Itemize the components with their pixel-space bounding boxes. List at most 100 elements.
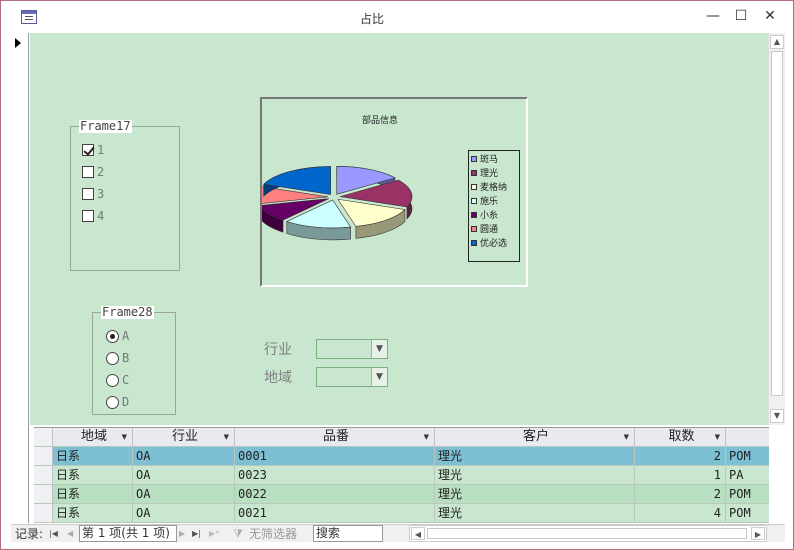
cell-region[interactable]: 日系	[53, 485, 133, 504]
checkbox[interactable]	[82, 166, 94, 178]
cell-part[interactable]: 0021	[235, 504, 435, 523]
vertical-scrollbar[interactable]: ▲ ▼	[768, 33, 785, 425]
close-button[interactable]: ✕	[756, 5, 784, 27]
chevron-down-icon[interactable]: ▼	[371, 340, 387, 358]
cell-extra[interactable]: PA	[726, 466, 769, 485]
cell-count[interactable]: 2	[635, 447, 726, 466]
cell-region[interactable]: 日系	[53, 447, 133, 466]
pie-chart[interactable]: 部品信息 斑马 理光 麦格纳 施乐 小糸 圆通 优必选	[260, 97, 528, 287]
cell-customer[interactable]: 理光	[435, 466, 635, 485]
column-header-region[interactable]: 地域 ▼	[53, 428, 133, 447]
row-selector[interactable]	[34, 504, 53, 523]
horizontal-scrollbar[interactable]: ◀ ▶	[409, 525, 767, 542]
new-record-icon[interactable]: ▶*	[209, 526, 219, 542]
filter-icon: ⧩	[233, 527, 243, 540]
next-record-icon[interactable]: ▶	[179, 526, 185, 542]
filter-status[interactable]: 无筛选器	[249, 526, 297, 542]
frame17-option-4[interactable]: 4	[82, 209, 104, 223]
chevron-down-icon[interactable]: ▼	[624, 428, 629, 446]
checkbox[interactable]	[82, 188, 94, 200]
cell-count[interactable]: 2	[635, 485, 726, 504]
first-record-icon[interactable]: |◀	[49, 526, 58, 542]
legend-swatch	[471, 239, 477, 246]
region-label: 地域	[264, 370, 292, 386]
cell-count[interactable]: 4	[635, 504, 726, 523]
frame28-option-B[interactable]: B	[106, 351, 129, 365]
row-selector[interactable]	[34, 485, 53, 504]
cell-extra[interactable]: POM	[726, 485, 769, 504]
last-record-icon[interactable]: ▶|	[192, 526, 201, 542]
scroll-thumb[interactable]	[771, 51, 783, 396]
table-row[interactable]: 日系 OA 0021 理光 4 POM	[34, 504, 769, 523]
column-header-part[interactable]: 品番 ▼	[235, 428, 435, 447]
maximize-button[interactable]: ☐	[727, 5, 755, 27]
horizontal-scroll-thumb[interactable]	[427, 528, 747, 539]
radio-button[interactable]	[106, 373, 119, 387]
chevron-down-icon[interactable]: ▼	[715, 428, 720, 446]
radio-button[interactable]	[106, 329, 119, 343]
radio-button[interactable]	[106, 395, 119, 409]
scroll-right-icon[interactable]: ▶	[751, 527, 765, 540]
frame28-label: Frame28	[101, 305, 154, 319]
table-row[interactable]: 日系 OA 0023 理光 1 PA	[34, 466, 769, 485]
frame17-option-3[interactable]: 3	[82, 187, 104, 201]
legend-label: 麦格纳	[480, 183, 508, 193]
cell-extra[interactable]: POM	[726, 447, 769, 466]
previous-record-icon[interactable]: ◀	[67, 526, 73, 542]
cell-part[interactable]: 0022	[235, 485, 435, 504]
legend-swatch	[471, 211, 477, 218]
frame28-option-D[interactable]: D	[106, 395, 129, 409]
cell-count[interactable]: 1	[635, 466, 726, 485]
record-number-field[interactable]: 第 1 项(共 1 项)	[79, 525, 177, 542]
cell-part[interactable]: 0001	[235, 447, 435, 466]
legend-swatch	[471, 183, 477, 190]
frame17-option-1[interactable]: 1	[82, 143, 104, 157]
column-header-industry[interactable]: 行业 ▼	[133, 428, 235, 447]
row-selector[interactable]	[34, 466, 53, 485]
scroll-left-icon[interactable]: ◀	[411, 527, 425, 540]
chevron-down-icon[interactable]: ▼	[224, 428, 229, 446]
cell-industry[interactable]: OA	[133, 504, 235, 523]
checkbox[interactable]	[82, 210, 94, 222]
region-combo[interactable]: ▼	[316, 367, 388, 387]
frame28-option-A[interactable]: A	[106, 329, 129, 343]
table-row[interactable]: 日系 OA 0001 理光 2 POM	[34, 447, 769, 466]
cell-region[interactable]: 日系	[53, 504, 133, 523]
chevron-down-icon[interactable]: ▼	[424, 428, 429, 446]
chevron-down-icon[interactable]: ▼	[122, 428, 127, 446]
cell-customer[interactable]: 理光	[435, 447, 635, 466]
cell-industry[interactable]: OA	[133, 447, 235, 466]
cell-region[interactable]: 日系	[53, 466, 133, 485]
legend-item: 施乐	[469, 194, 519, 207]
cell-customer[interactable]: 理光	[435, 504, 635, 523]
cell-extra[interactable]: POM	[726, 504, 769, 523]
checkbox[interactable]	[82, 144, 94, 156]
scroll-up-icon[interactable]: ▲	[770, 35, 784, 49]
frame17-label: Frame17	[79, 119, 132, 133]
radio-button[interactable]	[106, 351, 119, 365]
column-header-extra[interactable]	[726, 428, 769, 447]
column-header-count[interactable]: 取数 ▼	[635, 428, 726, 447]
legend-label: 小糸	[480, 211, 499, 221]
table-row[interactable]: 日系 OA 0022 理光 2 POM	[34, 485, 769, 504]
select-all-button[interactable]	[34, 428, 53, 447]
frame17-option-2[interactable]: 2	[82, 165, 104, 179]
industry-combo[interactable]: ▼	[316, 339, 388, 359]
cell-customer[interactable]: 理光	[435, 485, 635, 504]
cell-industry[interactable]: OA	[133, 466, 235, 485]
row-selector[interactable]	[34, 447, 53, 466]
scroll-down-icon[interactable]: ▼	[770, 409, 784, 423]
column-header-customer[interactable]: 客户 ▼	[435, 428, 635, 447]
frame28-option-C[interactable]: C	[106, 373, 129, 387]
legend-label: 施乐	[480, 197, 499, 207]
cell-industry[interactable]: OA	[133, 485, 235, 504]
minimize-button[interactable]: —	[699, 5, 727, 27]
legend-label: 优必选	[480, 239, 508, 249]
cell-part[interactable]: 0023	[235, 466, 435, 485]
search-input[interactable]: 搜索	[313, 525, 383, 542]
record-selector[interactable]	[11, 33, 29, 523]
legend-label: 理光	[480, 169, 499, 179]
frame28-group: Frame28	[92, 306, 176, 415]
chevron-down-icon[interactable]: ▼	[371, 368, 387, 386]
legend-item: 麦格纳	[469, 180, 519, 193]
